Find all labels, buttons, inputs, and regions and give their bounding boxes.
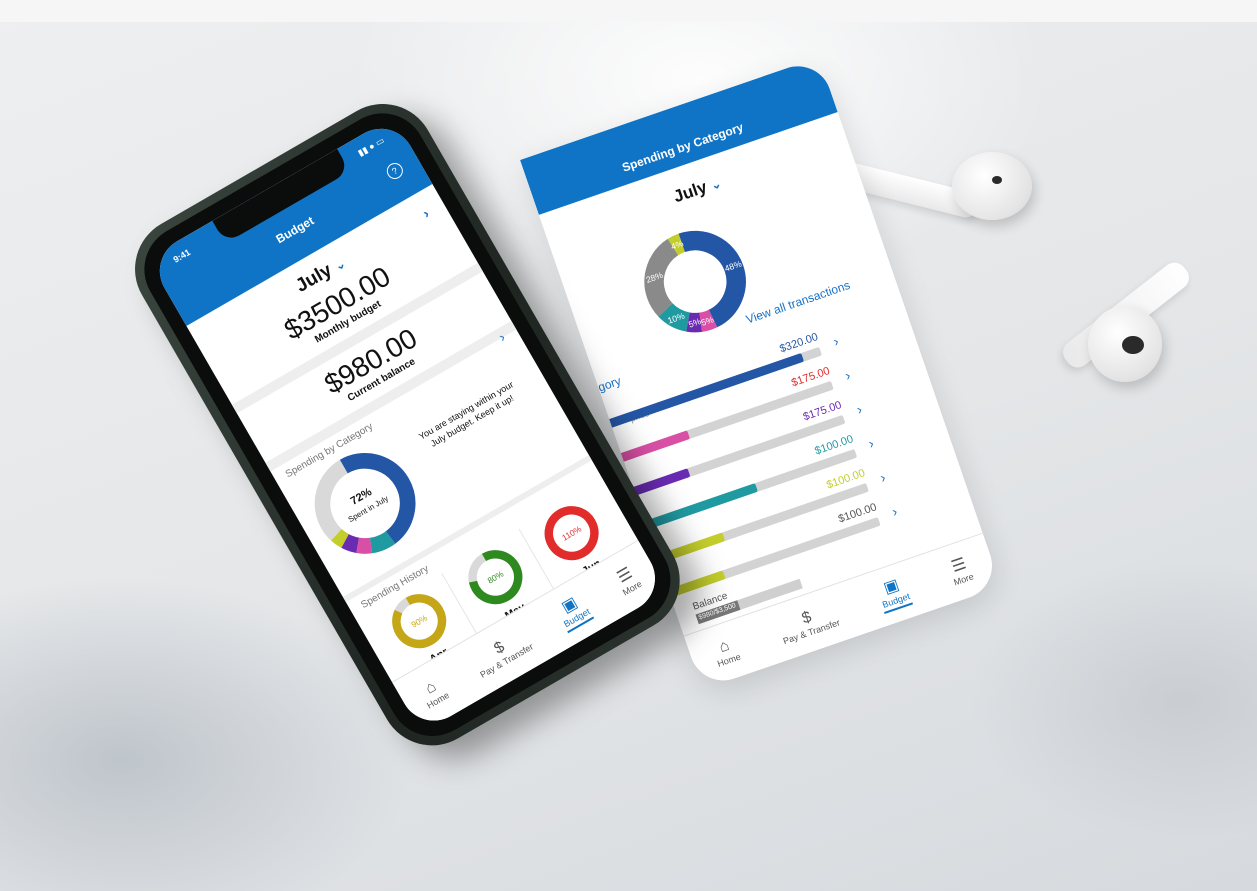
top-band <box>0 0 1257 22</box>
signal-wifi-battery-icon: ▮▮ ● ▭ <box>356 135 387 159</box>
nav-more[interactable]: ☰ More <box>947 554 975 587</box>
chevron-right-icon[interactable]: › <box>890 503 900 520</box>
chevron-right-icon[interactable]: › <box>854 401 864 418</box>
chevron-down-icon: ⌄ <box>332 256 349 274</box>
chevron-right-icon[interactable]: › <box>843 367 853 384</box>
next-month-icon[interactable]: › <box>420 205 432 221</box>
history-pct-label: 90% <box>409 613 429 630</box>
chevron-right-icon[interactable]: › <box>866 435 876 452</box>
nav-home-label: Home <box>716 651 742 669</box>
history-pct-label: 80% <box>486 568 506 585</box>
nav-budget[interactable]: ▣ Budget <box>874 574 914 614</box>
month-label: July <box>671 177 710 207</box>
view-all-transactions-link[interactable]: View all transactions <box>744 278 852 327</box>
screen-title: Spending by Category <box>620 119 746 175</box>
nav-pay-label: Pay & Transfer <box>478 641 535 680</box>
chevron-right-icon[interactable]: › <box>831 333 841 350</box>
category-donut-chart: 48%5%5%10%28%4% <box>644 230 746 333</box>
nav-home[interactable]: ⌂ Home <box>710 635 742 669</box>
history-pct-label: 110% <box>560 523 584 542</box>
nav-budget[interactable]: ▣ Budget <box>552 590 595 634</box>
nav-pay-transfer[interactable]: $ Pay & Transfer <box>776 600 842 647</box>
category-link-partial[interactable]: gory <box>596 374 623 395</box>
chevron-right-icon[interactable]: › <box>878 469 888 486</box>
nav-pay-transfer[interactable]: $ Pay & Transfer <box>469 626 535 680</box>
chevron-down-icon: ⌄ <box>708 176 724 193</box>
status-time: 9:41 <box>171 247 193 265</box>
nav-home[interactable]: ⌂ Home <box>416 674 451 711</box>
nav-more[interactable]: ☰ More <box>612 563 644 598</box>
